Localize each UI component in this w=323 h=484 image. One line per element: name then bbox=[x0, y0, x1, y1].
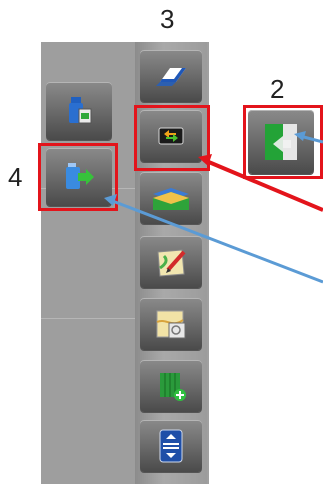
map-overlay-icon bbox=[156, 310, 186, 339]
divider bbox=[41, 318, 135, 319]
map-overlay-button[interactable] bbox=[140, 298, 202, 350]
field-layers-button[interactable] bbox=[140, 172, 202, 224]
field-layers-icon bbox=[153, 188, 189, 210]
eraser-button[interactable] bbox=[140, 50, 202, 102]
map-edit-button[interactable] bbox=[140, 236, 202, 288]
callout-3: 3 bbox=[160, 4, 175, 34]
map-edit-icon bbox=[157, 249, 186, 277]
usb-data-icon bbox=[69, 97, 92, 124]
scroll-button[interactable] bbox=[140, 420, 202, 472]
highlight-box-3 bbox=[134, 105, 210, 171]
highlight-box-2 bbox=[243, 105, 323, 179]
add-field-button[interactable] bbox=[140, 360, 202, 412]
highlight-box-4 bbox=[38, 143, 118, 211]
usb-data-button[interactable] bbox=[46, 82, 112, 140]
callout-2: 2 bbox=[270, 74, 285, 104]
add-field-icon bbox=[160, 373, 186, 401]
callout-4: 4 bbox=[8, 162, 23, 192]
scroll-icon bbox=[159, 429, 183, 463]
eraser-icon bbox=[156, 68, 186, 86]
